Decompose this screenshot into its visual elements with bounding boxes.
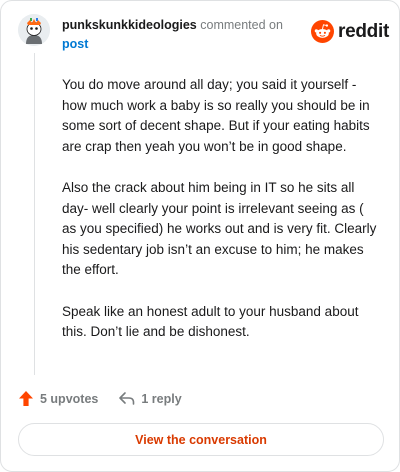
comment-actions: 5 upvotes 1 reply (18, 390, 182, 407)
comment-paragraph: Also the crack about him being in IT so … (62, 179, 377, 278)
thread-line (34, 53, 35, 375)
embedded-comment-card: punkskunkkideologies commented on post r… (0, 0, 400, 472)
reddit-snoo-icon (311, 20, 334, 43)
view-conversation-button[interactable]: View the conversation (18, 423, 384, 456)
username-link[interactable]: punkskunkkideologies (62, 18, 197, 32)
reply-count: 1 reply (141, 391, 182, 406)
comment-header: punkskunkkideologies commented on post (62, 16, 297, 54)
avatar-image (18, 14, 50, 46)
reddit-wordmark: reddit (338, 21, 389, 42)
upvote-action[interactable]: 5 upvotes (18, 390, 98, 407)
comment-body: You do move around all day; you said it … (62, 75, 380, 363)
upvote-arrow-icon (19, 391, 33, 406)
reply-arrow-icon (119, 392, 135, 405)
avatar[interactable] (18, 14, 50, 46)
reddit-brand-link[interactable]: reddit (311, 20, 389, 43)
upvotes-count: 5 upvotes (40, 391, 99, 406)
post-link[interactable]: post (62, 37, 88, 51)
comment-paragraph: Speak like an honest adult to your husba… (62, 303, 359, 340)
comment-paragraph: You do move around all day; you said it … (62, 77, 370, 154)
reply-action[interactable]: 1 reply (118, 391, 182, 406)
commented-on-label: commented on (200, 18, 283, 32)
